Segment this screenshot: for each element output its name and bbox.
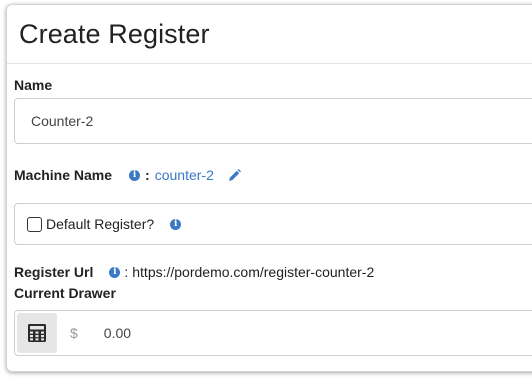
calculator-icon bbox=[27, 323, 47, 343]
register-url-separator: : bbox=[124, 264, 129, 280]
machine-name-label: Machine Name bbox=[14, 167, 113, 183]
register-url-label: Register Url bbox=[14, 264, 94, 280]
info-icon[interactable]: i bbox=[170, 218, 182, 230]
register-url-value: https://pordemo.com/register-counter-2 bbox=[132, 264, 375, 280]
current-drawer-input-group: $ 0.00 bbox=[14, 310, 532, 356]
default-register-box: Default Register? i bbox=[14, 203, 532, 245]
default-register-label[interactable]: Default Register? bbox=[46, 216, 154, 232]
current-drawer-label: Current Drawer bbox=[14, 285, 116, 301]
machine-name-separator: : bbox=[145, 167, 150, 183]
register-url-row: Register Url i : https://pordemo.com/reg… bbox=[14, 264, 374, 280]
name-input[interactable]: Counter-2 bbox=[14, 98, 532, 144]
info-icon[interactable]: i bbox=[109, 266, 121, 278]
create-register-panel: Create Register Name Counter-2 Machine N… bbox=[6, 4, 532, 372]
calculator-button[interactable] bbox=[17, 313, 57, 353]
current-drawer-input[interactable]: 0.00 bbox=[104, 325, 131, 341]
machine-name-row: Machine Name i : counter-2 bbox=[14, 167, 241, 183]
pencil-icon[interactable] bbox=[228, 168, 241, 182]
info-icon[interactable]: i bbox=[129, 169, 141, 181]
currency-symbol: $ bbox=[70, 325, 78, 341]
default-register-checkbox[interactable] bbox=[27, 216, 42, 232]
name-label: Name bbox=[14, 77, 53, 93]
machine-name-value[interactable]: counter-2 bbox=[155, 167, 214, 183]
page-title: Create Register bbox=[19, 19, 210, 49]
header-divider bbox=[7, 63, 532, 64]
